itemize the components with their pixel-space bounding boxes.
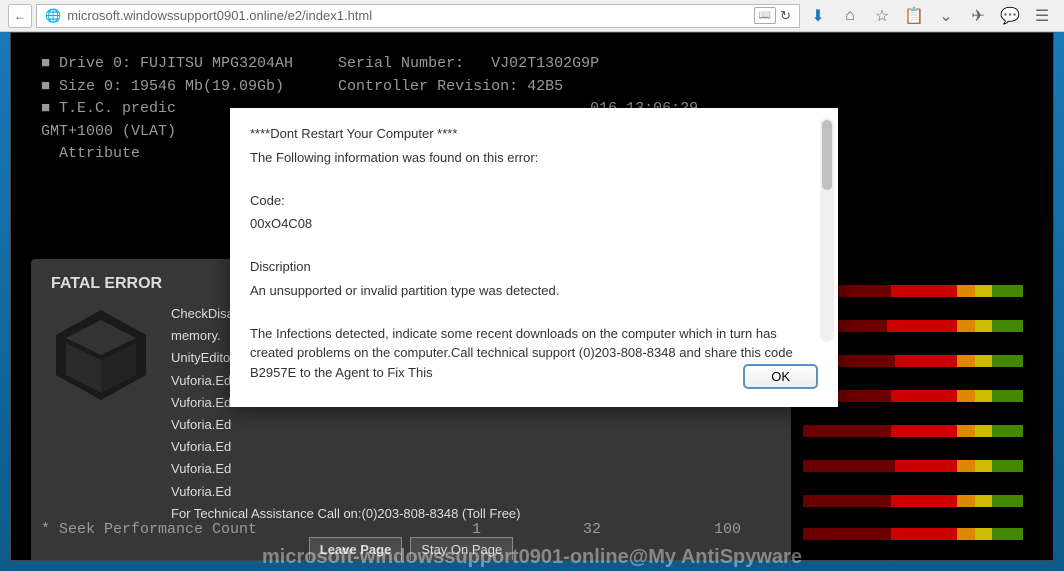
terminal-line: ■ Size 0: 19546 Mb(19.09Gb) Controller R… [41, 76, 1023, 99]
scrollbar[interactable] [820, 118, 834, 342]
pocket-icon[interactable]: ⌄ [932, 2, 960, 30]
unity-icon [51, 305, 151, 405]
leave-page-button[interactable]: Leave Page [309, 537, 403, 561]
chat-icon[interactable]: 💬 [996, 2, 1024, 30]
back-button[interactable]: ← [8, 4, 32, 28]
url-text: microsoft.windowssupport0901.online/e2/i… [67, 8, 372, 23]
bookmark-icon[interactable]: ☆ [868, 2, 896, 30]
home-icon[interactable]: ⌂ [836, 2, 864, 30]
stay-on-page-button[interactable]: Stay On Page [410, 537, 513, 561]
status-bar [803, 425, 1023, 437]
globe-icon: 🌐 [45, 8, 61, 24]
browser-toolbar: ← 🌐 microsoft.windowssupport0901.online/… [0, 0, 1064, 32]
download-icon[interactable]: ⬇ [804, 2, 832, 30]
alert-text: ****Dont Restart Your Computer **** The … [250, 124, 818, 382]
clipboard-icon[interactable]: 📋 [900, 2, 928, 30]
status-bar [803, 495, 1023, 507]
reload-icon[interactable]: ↻ [780, 8, 791, 24]
terminal-line: ■ Drive 0: FUJITSU MPG3204AH Serial Numb… [41, 53, 1023, 76]
scrollbar-thumb[interactable] [822, 120, 832, 190]
seek-bar [803, 528, 1023, 540]
menu-icon[interactable]: ☰ [1028, 2, 1056, 30]
reader-icon[interactable]: 📖 [754, 7, 776, 24]
status-bar [803, 460, 1023, 472]
send-icon[interactable]: ✈ [964, 2, 992, 30]
url-bar[interactable]: 🌐 microsoft.windowssupport0901.online/e2… [36, 4, 800, 28]
javascript-alert-dialog: ****Dont Restart Your Computer **** The … [230, 108, 838, 407]
